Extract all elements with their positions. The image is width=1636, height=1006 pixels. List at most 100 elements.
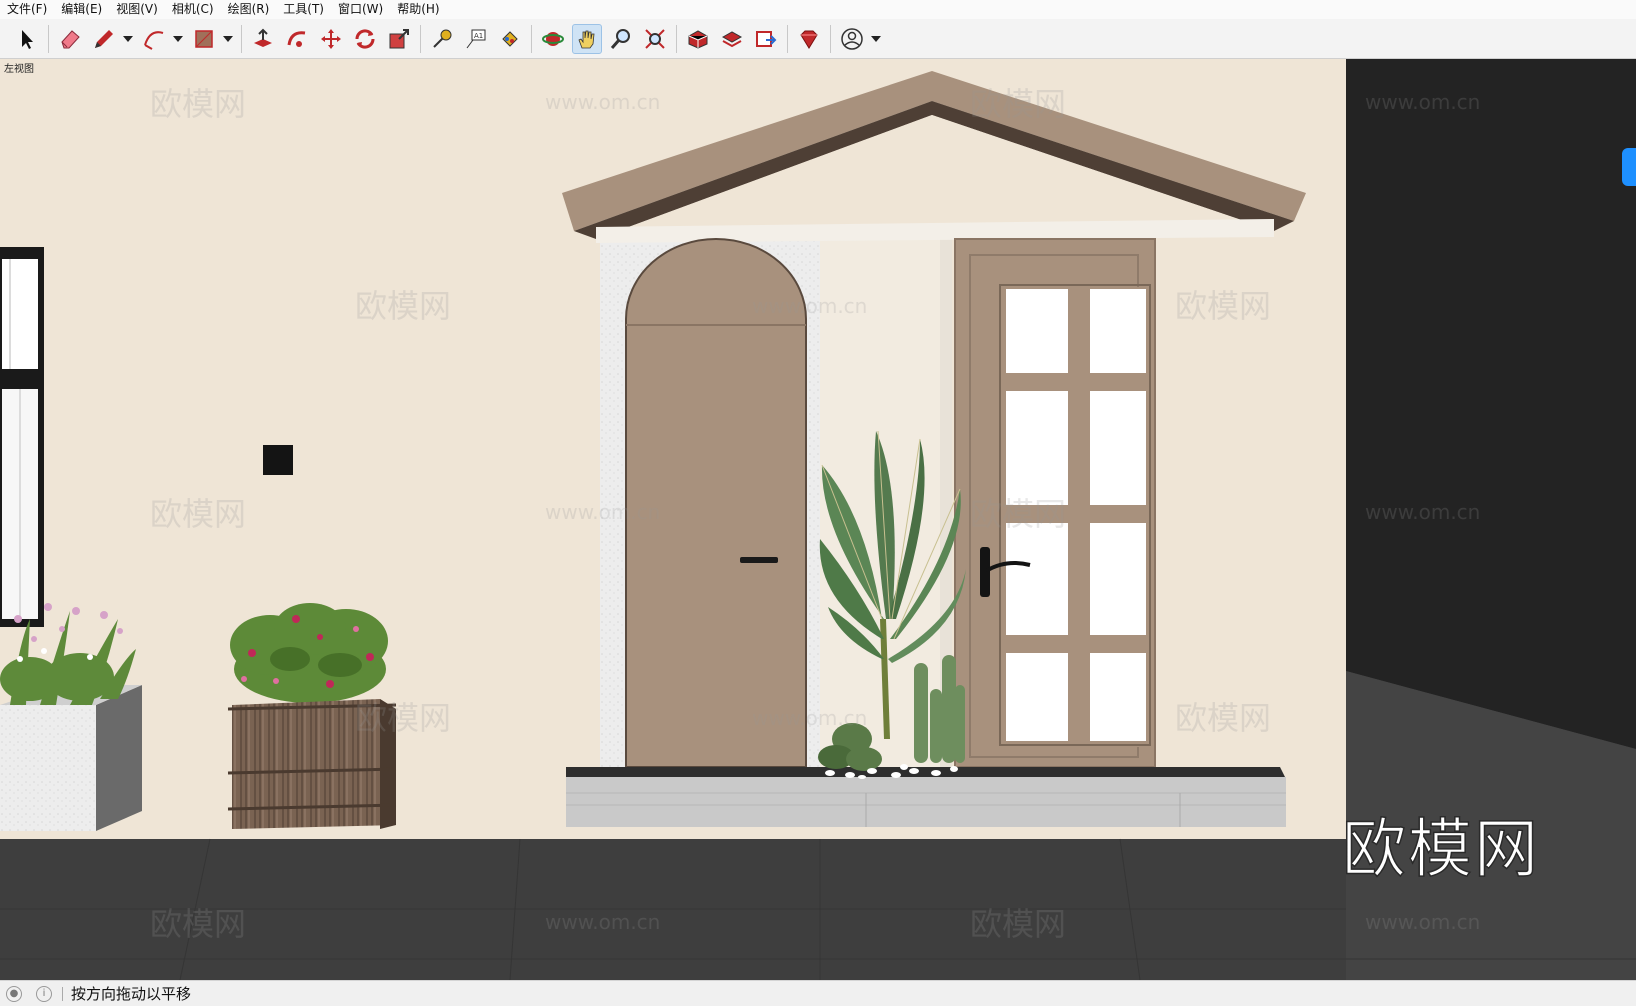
chevron-down-icon (223, 35, 233, 42)
wall-switch (263, 445, 293, 475)
toolbar-separator (420, 24, 421, 53)
watermark-url-text: www.om.cn (752, 706, 867, 730)
watermark-logo-text: 欧模网 (150, 85, 246, 123)
menu-draw[interactable]: 绘图(R) (221, 0, 277, 19)
svg-text:A1: A1 (474, 32, 483, 40)
toolbar-separator (830, 24, 831, 53)
watermark-logo-text: 欧模网 (150, 905, 246, 943)
paint-bucket-tool-button[interactable] (495, 24, 525, 54)
watermark-url-text: www.om.cn (1365, 910, 1480, 934)
text-tool-button[interactable]: A1 (461, 24, 491, 54)
text-label-icon: A1 (466, 29, 486, 48)
geo-location-icon[interactable]: ● (6, 985, 22, 1002)
scale-icon (389, 28, 409, 48)
send-to-layout-tool-button[interactable] (751, 24, 781, 54)
toolbar-separator (48, 24, 49, 53)
rectangle-icon (195, 29, 213, 48)
account-dropdown[interactable] (871, 24, 881, 54)
toolbar-separator (787, 24, 788, 53)
chevron-down-icon (173, 35, 183, 42)
move-tool-button[interactable] (316, 24, 346, 54)
menu-file[interactable]: 文件(F) (0, 0, 54, 19)
watermark-logo-text: 欧模网 (1175, 287, 1271, 325)
zoom-tool-button[interactable] (606, 24, 636, 54)
status-divider (62, 986, 63, 1001)
watermark-logo-text: 欧模网 (1175, 699, 1271, 737)
layout-icon (756, 30, 777, 47)
main-toolbar: A1 (0, 19, 1636, 59)
follow-me-tool-button[interactable] (282, 24, 312, 54)
watermark-url-text: www.om.cn (545, 90, 660, 114)
watermark-logo-text: 欧模网 (970, 905, 1066, 943)
push-pull-tool-button[interactable] (248, 24, 278, 54)
rotate-icon (355, 28, 375, 49)
shape-dropdown[interactable] (223, 24, 233, 54)
info-icon[interactable]: i (36, 985, 52, 1002)
chevron-down-icon (123, 35, 133, 42)
menu-window[interactable]: 窗口(W) (331, 0, 390, 19)
arc-icon (144, 30, 164, 50)
paint-bucket-icon (502, 30, 518, 47)
side-panel-tab[interactable] (1622, 148, 1636, 186)
scene-drawing: 欧模网 www.om.cn 欧模网 www.om.cn 欧模网 www.om.c… (0, 59, 1636, 980)
rotate-tool-button[interactable] (350, 24, 380, 54)
warehouse-icon (688, 29, 708, 49)
watermark-logo-text: 欧模网 (150, 495, 246, 533)
chevron-down-icon (871, 35, 881, 42)
arrow-cursor-icon (22, 29, 33, 49)
zoom-extents-tool-button[interactable] (640, 24, 670, 54)
view-name-label: 左视图 (4, 64, 34, 75)
status-bar: ● i 按方向拖动以平移 (0, 980, 1636, 1006)
menu-help[interactable]: 帮助(H) (390, 0, 446, 19)
watermark-url-text: www.om.cn (752, 294, 867, 318)
shape-tool-button[interactable] (189, 24, 219, 54)
toolbar-separator (676, 24, 677, 53)
tape-measure-icon (433, 29, 452, 48)
pencil-tool-button[interactable] (89, 24, 119, 54)
warehouse-tool-button[interactable] (683, 24, 713, 54)
pencil-dropdown[interactable] (123, 24, 133, 54)
arc-tool-button[interactable] (139, 24, 169, 54)
menu-tools[interactable]: 工具(T) (276, 0, 331, 19)
watermark-url-text: www.om.cn (1365, 500, 1480, 524)
toolbar-separator (531, 24, 532, 53)
menu-edit[interactable]: 编辑(E) (54, 0, 109, 19)
watermark-logo-text: 欧模网 (355, 699, 451, 737)
ruby-tool-button[interactable] (794, 24, 824, 54)
account-tool-button[interactable] (837, 24, 867, 54)
orbit-tool-button[interactable] (538, 24, 568, 54)
left-window-glass-top (2, 259, 38, 369)
watermark-url-text: www.om.cn (1365, 90, 1480, 114)
menu-bar: 文件(F) 编辑(E) 视图(V) 相机(C) 绘图(R) 工具(T) 窗口(W… (0, 0, 1636, 19)
pencil-icon (95, 29, 113, 48)
orbit-icon (542, 31, 564, 46)
extension-warehouse-tool-button[interactable] (717, 24, 747, 54)
menu-view[interactable]: 视图(V) (109, 0, 165, 19)
menu-camera[interactable]: 相机(C) (165, 0, 221, 19)
follow-me-icon (287, 30, 306, 47)
eraser-tool-button[interactable] (55, 24, 85, 54)
arched-door-handle (740, 557, 778, 563)
zoom-extents-icon (645, 28, 665, 49)
eraser-icon (61, 29, 80, 48)
model-viewport[interactable]: 欧模网 www.om.cn 欧模网 www.om.cn 欧模网 www.om.c… (0, 59, 1636, 980)
tape-measure-tool-button[interactable] (427, 24, 457, 54)
watermark-logo-text: 欧模网 (355, 287, 451, 325)
brand-watermark: 欧模网 (1342, 813, 1540, 887)
select-tool-button[interactable] (12, 24, 42, 54)
watermark-url-text: www.om.cn (545, 500, 660, 524)
scale-tool-button[interactable] (384, 24, 414, 54)
push-pull-icon (254, 28, 272, 47)
arc-dropdown[interactable] (173, 24, 183, 54)
user-account-icon (841, 27, 863, 50)
magnifier-icon (610, 28, 630, 49)
watermark-url-text: www.om.cn (545, 910, 660, 934)
pan-hand-icon (578, 30, 595, 48)
pan-tool-button[interactable] (572, 23, 602, 54)
watermark-logo-text: 欧模网 (970, 495, 1066, 533)
ruby-gem-icon (800, 30, 818, 49)
toolbar-separator (241, 24, 242, 53)
extension-warehouse-icon (721, 30, 743, 47)
move-arrows-icon (321, 28, 341, 49)
status-message: 按方向拖动以平移 (71, 985, 192, 1003)
